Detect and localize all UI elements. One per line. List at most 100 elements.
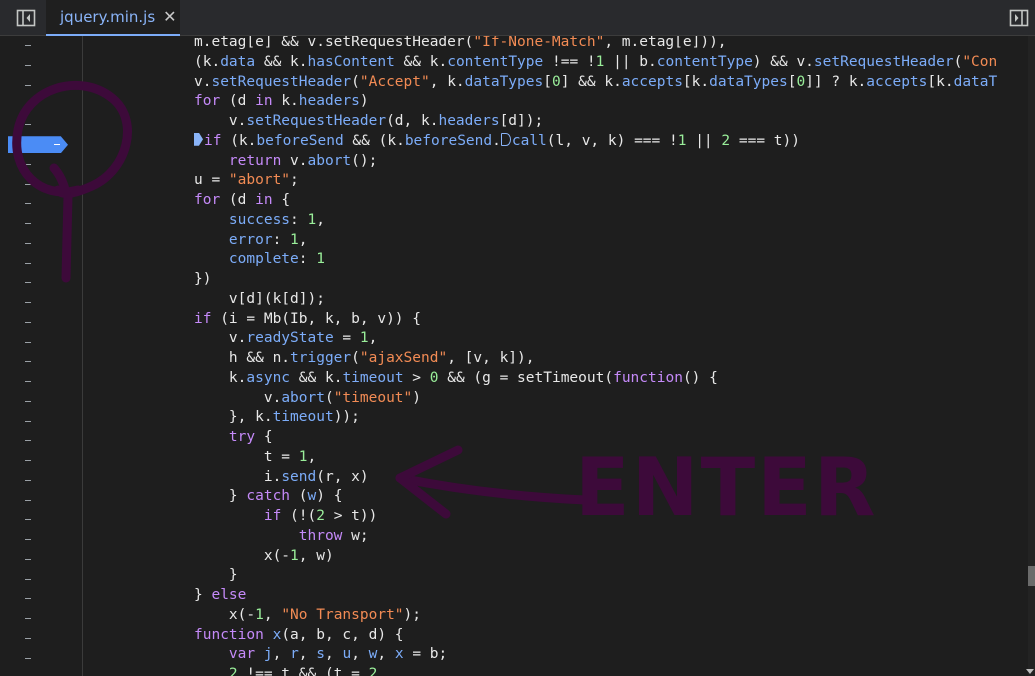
gutter-line[interactable] (0, 194, 82, 214)
gutter-line[interactable] (0, 629, 82, 649)
gutter-line[interactable] (0, 95, 82, 115)
gutter-line[interactable] (0, 490, 82, 510)
code-line[interactable]: error: 1, (194, 231, 997, 251)
code-line[interactable]: function x(a, b, c, d) { (194, 626, 997, 646)
code-token: v. (194, 113, 247, 129)
toggle-debugger-button[interactable] (1007, 8, 1031, 28)
code-token: , (272, 646, 291, 663)
code-token: , [v, k]), (447, 350, 535, 366)
scroll-down-arrow-icon[interactable] (1026, 669, 1034, 674)
vertical-scrollbar[interactable] (1026, 36, 1035, 676)
code-line[interactable]: }, k.timeout)); (194, 408, 997, 428)
code-token: ( (351, 73, 360, 90)
code-editor[interactable]: m.etag[e] && v.setRequestHeader("If-None… (0, 36, 1035, 676)
code-line[interactable]: } catch (w) { (194, 487, 997, 507)
code-line[interactable]: try { (194, 428, 997, 448)
gutter-line[interactable] (0, 609, 82, 629)
gutter-line[interactable] (0, 648, 82, 668)
code-token: k. (272, 93, 299, 110)
gutter-line[interactable] (0, 372, 82, 392)
code-token: 1 (316, 251, 325, 268)
code-line[interactable]: if (i = Mb(Ib, k, b, v)) { (194, 310, 997, 330)
gutter-line[interactable] (0, 234, 82, 254)
code-line[interactable]: v.readyState = 1, (194, 329, 997, 349)
code-line[interactable]: x(-1, w) (194, 547, 997, 567)
code-line[interactable]: v.abort("timeout") (194, 389, 997, 409)
gutter-line[interactable] (0, 550, 82, 570)
code-line[interactable]: return v.abort(); (194, 152, 997, 172)
code-line[interactable]: m.etag[e] && v.setRequestHeader("If-None… (194, 36, 997, 53)
code-line[interactable]: v.setRequestHeader("Accept", k.dataTypes… (194, 73, 997, 93)
code-line[interactable]: v[d](k[d]); (194, 290, 997, 310)
tab-jquery-min-js[interactable]: jquery.min.js ✕ (46, 0, 180, 36)
code-token: i. (194, 468, 282, 485)
code-token: x (394, 646, 404, 663)
gutter-line[interactable] (0, 174, 82, 194)
code-content[interactable]: m.etag[e] && v.setRequestHeader("If-None… (194, 36, 997, 676)
code-token: 2 (228, 666, 238, 676)
code-token: else (211, 587, 247, 603)
code-line[interactable]: for (d in { (194, 191, 997, 211)
execution-pause-marker-icon[interactable] (194, 132, 203, 146)
code-line[interactable]: 2 !== t && (t = 2 (194, 665, 997, 676)
code-token: && k. (394, 53, 448, 70)
gutter-line[interactable] (0, 352, 82, 372)
code-line[interactable]: var j, r, s, u, w, x = b; (194, 645, 997, 665)
gutter-line[interactable] (0, 332, 82, 352)
code-line[interactable]: x(-1, "No Transport"); (194, 606, 997, 626)
code-token: > t)) (324, 508, 378, 524)
code-token: ; (290, 172, 299, 189)
gutter-line[interactable] (0, 471, 82, 491)
breakpoint-marker[interactable] (8, 136, 68, 154)
line-marker (25, 203, 31, 205)
gutter-line[interactable] (0, 36, 82, 56)
code-token: (r, x) (316, 468, 369, 485)
code-line[interactable]: throw w; (194, 527, 997, 547)
code-line[interactable]: complete: 1 (194, 250, 997, 270)
code-line[interactable]: success: 1, (194, 211, 997, 231)
code-line[interactable]: if (k.beforeSend && (k.beforeSend. call(l… (194, 132, 997, 152)
gutter-line[interactable] (0, 589, 82, 609)
code-line[interactable]: i.send(r, x) (194, 468, 997, 488)
line-gutter[interactable] (0, 36, 83, 676)
gutter-line[interactable] (0, 313, 82, 333)
code-line[interactable]: } else (194, 586, 997, 606)
gutter-line[interactable] (0, 392, 82, 412)
gutter-line[interactable] (0, 273, 82, 293)
gutter-line[interactable] (0, 510, 82, 530)
gutter-line[interactable] (0, 155, 82, 175)
inline-breakpoint-icon[interactable] (500, 132, 511, 146)
code-token: for (194, 192, 221, 208)
gutter-line[interactable] (0, 115, 82, 135)
gutter-line[interactable] (0, 253, 82, 273)
code-token: (!( (281, 508, 317, 524)
gutter-line[interactable] (0, 76, 82, 96)
code-line[interactable]: v.setRequestHeader(d, k.headers[d]); (194, 112, 997, 132)
code-token: , k. (429, 73, 465, 90)
code-line[interactable]: h && n.trigger("ajaxSend", [v, k]), (194, 349, 997, 369)
close-icon[interactable]: ✕ (163, 9, 176, 25)
gutter-line[interactable] (0, 214, 82, 234)
code-line[interactable]: (k.data && k.hasContent && k.contentType… (194, 53, 997, 73)
code-line[interactable]: if (!(2 > t)) (194, 507, 997, 527)
code-token: for (194, 93, 221, 110)
gutter-line[interactable] (0, 530, 82, 550)
gutter-line[interactable] (0, 56, 82, 76)
code-token: complete (228, 251, 299, 268)
gutter-line[interactable] (0, 431, 82, 451)
gutter-line[interactable] (0, 411, 82, 431)
code-line[interactable]: } (194, 566, 997, 586)
code-token: headers (438, 113, 500, 129)
gutter-line[interactable] (0, 569, 82, 589)
code-line[interactable]: for (d in k.headers) (194, 92, 997, 112)
scrollbar-thumb[interactable] (1028, 566, 1035, 586)
code-line[interactable]: u = "abort"; (194, 171, 997, 191)
code-line[interactable]: }) (194, 270, 997, 290)
code-line[interactable]: t = 1, (194, 448, 997, 468)
code-line[interactable]: k.async && k.timeout > 0 && (g = setTime… (194, 369, 997, 389)
code-token: 0 (796, 73, 806, 90)
gutter-line[interactable] (0, 293, 82, 313)
gutter-line[interactable] (0, 451, 82, 471)
toggle-navigator-button[interactable] (14, 8, 38, 28)
line-marker (25, 282, 31, 284)
